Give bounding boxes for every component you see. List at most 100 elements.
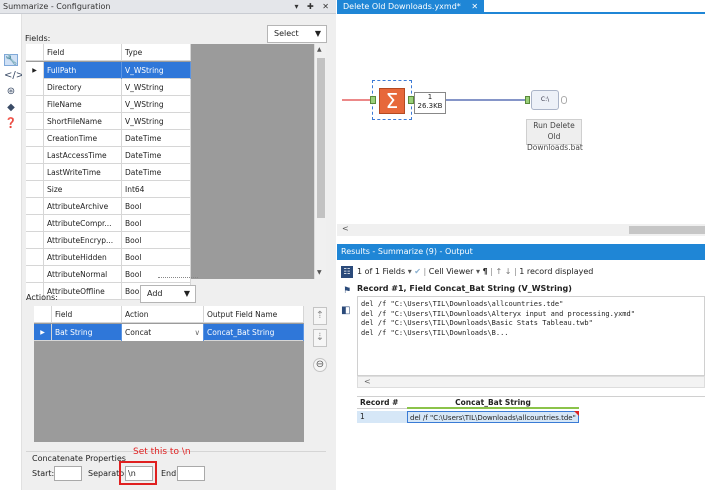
table-icon[interactable]: ☷ [341,266,353,278]
record-number-cell[interactable]: 1 [357,411,407,423]
field-name-cell[interactable]: ShortFileName [44,113,122,130]
field-type-cell[interactable]: Bool [122,249,191,266]
compass-icon[interactable]: ⊛ [4,86,18,98]
scroll-down-icon[interactable]: ▼ [317,269,322,276]
fields-scrollbar[interactable]: ▲ ▼ [314,44,326,279]
field-type-cell[interactable]: Bool [122,266,191,283]
chevron-down-icon[interactable]: ▾ [476,267,480,276]
field-type-cell[interactable]: V_WString [122,79,191,96]
field-name-cell[interactable]: FileName [44,96,122,113]
close-icon[interactable]: ✕ [471,2,478,11]
column-header-concat-bat-string[interactable]: Concat_Bat String [407,397,579,409]
field-name-cell[interactable]: AttributeArchive [44,198,122,215]
field-name-cell[interactable]: Directory [44,79,122,96]
table-row[interactable]: ▶ Bat String Concat ∨ Concat_Bat String [34,324,304,341]
table-row[interactable]: LastWriteTime DateTime [26,164,191,181]
arrow-up-icon[interactable]: ↑ [495,267,502,276]
field-name-cell[interactable]: AttributeCompr... [44,215,122,232]
column-header-field[interactable]: Field [44,44,122,61]
action-field-cell[interactable]: Bat String [52,324,122,341]
tag-icon[interactable]: ◆ [4,102,18,114]
column-header-record[interactable]: Record # [357,397,407,409]
field-name-cell[interactable]: LastWriteTime [44,164,122,181]
field-type-cell[interactable]: V_WString [122,113,191,130]
command-prompt-icon[interactable]: C:\ [531,90,559,110]
run-tool-output-anchor[interactable] [561,96,567,104]
field-type-cell[interactable]: Bool [122,232,191,249]
table-row[interactable]: AttributeEncryp... Bool [26,232,191,249]
input-anchor[interactable] [370,96,376,104]
table-row[interactable]: AttributeHidden Bool [26,249,191,266]
summarize-tool-selection[interactable]: Σ [370,80,414,120]
column-header-field[interactable]: Field [52,306,122,323]
splitter-handle[interactable] [158,277,198,279]
add-dropdown[interactable]: Add ▼ [140,285,196,303]
field-name-cell[interactable]: AttributeNormal [44,266,122,283]
separator-field[interactable]: \n [125,466,153,481]
field-name-cell[interactable]: AttributeHidden [44,249,122,266]
sigma-icon[interactable]: Σ [379,88,405,114]
scroll-left-icon[interactable]: < [364,377,371,386]
checkmark-icon[interactable]: ✔ [414,267,421,276]
cell-viewer-scrollbar[interactable]: < [357,376,705,388]
start-field[interactable] [54,466,82,481]
field-type-cell[interactable]: DateTime [122,164,191,181]
column-header-action[interactable]: Action [122,306,204,323]
canvas-scroll-thumb[interactable] [629,226,705,234]
wrench-icon[interactable]: 🔧 [4,54,18,66]
move-up-button[interactable]: ⇡ [313,307,327,325]
move-down-button[interactable]: ⇣ [313,329,327,347]
table-row[interactable]: AttributeCompr... Bool [26,215,191,232]
field-name-cell[interactable]: AttributeEncryp... [44,232,122,249]
code-icon[interactable]: </> [4,70,24,82]
scroll-up-icon[interactable]: ▲ [317,46,322,53]
table-row[interactable]: Size Int64 [26,181,191,198]
field-type-cell[interactable]: V_WString [122,62,191,79]
data-icon[interactable]: ◧ [341,304,353,318]
table-row[interactable]: CreationTime DateTime [26,130,191,147]
row-indicator [26,232,44,249]
row-selected-icon: ▶ [26,62,44,79]
table-row[interactable]: ShortFileName V_WString [26,113,191,130]
field-name-cell[interactable]: LastAccessTime [44,147,122,164]
field-type-cell[interactable]: V_WString [122,96,191,113]
column-header-output-field-name[interactable]: Output Field Name [204,306,304,323]
select-dropdown[interactable]: Select ▼ [267,25,327,43]
metadata-icon[interactable]: ⚑ [343,286,353,296]
tab-delete-old-downloads[interactable]: Delete Old Downloads.yxmd* ✕ [337,0,485,14]
column-header-type[interactable]: Type [122,44,191,61]
panel-controls[interactable]: ▾ ✚ ✕ [294,0,332,14]
help-icon[interactable]: ❓ [4,118,18,130]
table-row[interactable]: AttributeArchive Bool [26,198,191,215]
arrow-down-icon[interactable]: ↓ [505,267,512,276]
field-name-cell[interactable]: Size [44,181,122,198]
table-row[interactable]: ▶ FullPath V_WString [26,62,191,79]
table-row[interactable]: LastAccessTime DateTime [26,147,191,164]
workflow-canvas[interactable]: Σ 1 26.3KB C:\ Run Delete Old Downloads.… [337,16,705,242]
field-type-cell[interactable]: Int64 [122,181,191,198]
fields-scroll-thumb[interactable] [317,58,325,218]
output-field-name-cell[interactable]: Concat_Bat String [204,324,304,341]
chevron-down-icon[interactable]: ▾ [408,267,412,276]
end-field[interactable] [177,466,205,481]
table-row[interactable]: FileName V_WString [26,96,191,113]
fields-count-dropdown[interactable]: 1 of 1 Fields [357,267,405,276]
field-type-cell[interactable]: DateTime [122,147,191,164]
remove-icon[interactable]: ⊖ [313,358,327,372]
table-row[interactable]: AttributeNormal Bool [26,266,191,283]
field-name-cell[interactable]: CreationTime [44,130,122,147]
run-tool-input-anchor[interactable] [525,96,530,104]
field-type-cell[interactable]: Bool [122,198,191,215]
pilcrow-icon[interactable]: ¶ [483,267,488,276]
field-type-cell[interactable]: Bool [122,215,191,232]
cell-viewer-text[interactable]: del /f "C:\Users\TIL\Downloads\allcountr… [357,296,705,376]
row-indicator [26,79,44,96]
scroll-left-icon[interactable]: < [342,224,349,233]
cell-viewer-dropdown[interactable]: Cell Viewer [429,267,474,276]
concat-value-cell[interactable]: del /f "C:\Users\TIL\Downloads\allcountr… [407,411,579,423]
action-select[interactable]: Concat ∨ [122,324,204,341]
field-name-cell[interactable]: FullPath [44,62,122,79]
field-type-cell[interactable]: DateTime [122,130,191,147]
canvas-horizontal-scrollbar[interactable]: < [337,224,705,236]
table-row[interactable]: Directory V_WString [26,79,191,96]
